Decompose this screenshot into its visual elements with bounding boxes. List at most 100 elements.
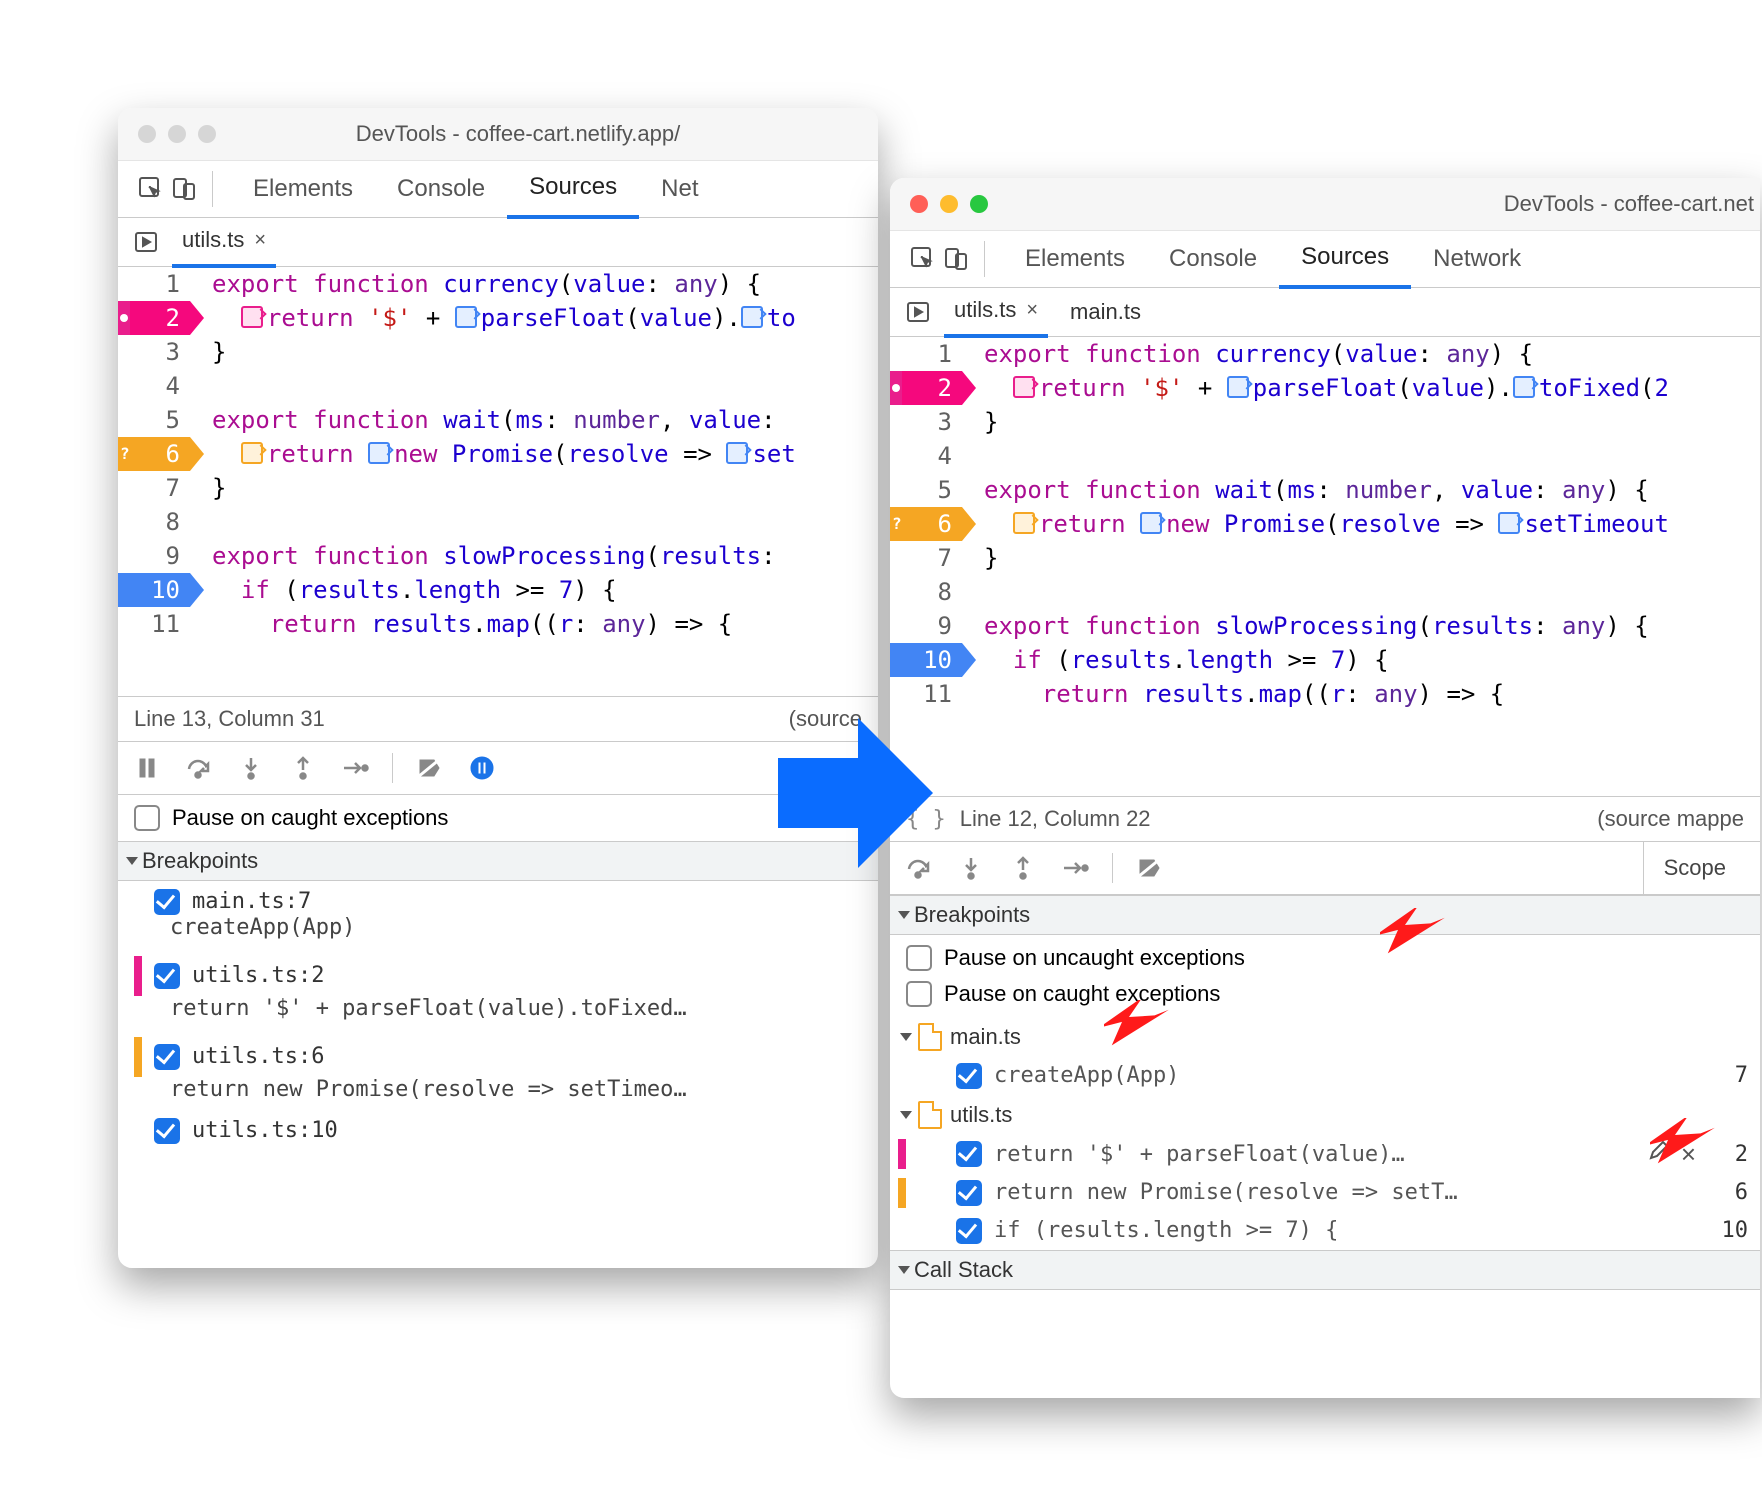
breakpoint-code: return new Promise(resolve => setTimeo… (134, 1077, 862, 1102)
checkbox-icon[interactable] (956, 1141, 982, 1167)
breakpoint-item[interactable]: utils.ts:10 (118, 1110, 878, 1152)
breakpoint-item[interactable]: utils.ts:6return new Promise(resolve => … (118, 1029, 878, 1110)
step-icon[interactable] (1060, 853, 1090, 883)
pause-caught-row[interactable]: Pause on caught exceptions (118, 795, 878, 841)
traffic-lights[interactable] (890, 195, 1008, 213)
annotation-arrow-icon (778, 718, 938, 868)
step-over-icon[interactable] (184, 753, 214, 783)
pause-exceptions-icon[interactable] (467, 753, 497, 783)
tab-network[interactable]: Network (1411, 231, 1543, 287)
section-label: Breakpoints (142, 848, 258, 874)
breakpoint-item[interactable]: return '$' + parseFloat(value)…×2 (890, 1135, 1760, 1174)
file-tab-label: utils.ts (182, 227, 244, 253)
devtools-window-left: DevTools - coffee-cart.netlify.app/ Elem… (118, 108, 878, 1268)
breakpoint-code: return '$' + parseFloat(value).toFixed… (134, 996, 862, 1021)
step-out-icon[interactable] (1008, 853, 1038, 883)
file-icon (918, 1101, 942, 1129)
file-tab-utils[interactable]: utils.ts × (172, 216, 276, 268)
devtools-tabs: Elements Console Sources Net (118, 161, 878, 218)
close-icon[interactable]: × (1026, 299, 1038, 322)
disclosure-icon (898, 1266, 910, 1274)
breakpoint-title: utils.ts:2 (192, 963, 324, 988)
deactivate-bp-icon[interactable] (415, 753, 445, 783)
breakpoint-file-group[interactable]: main.ts (890, 1017, 1760, 1057)
device-icon[interactable] (940, 242, 974, 276)
tab-console[interactable]: Console (1147, 231, 1279, 287)
window-title: DevTools - coffee-cart.net (1008, 191, 1760, 217)
breakpoint-item[interactable]: main.ts:7createApp(App) (118, 881, 878, 948)
traffic-max-icon[interactable] (198, 125, 216, 143)
pause-uncaught-row[interactable]: Pause on uncaught exceptions (890, 935, 1760, 981)
breakpoint-code: return new Promise(resolve => setT… (994, 1180, 1696, 1205)
traffic-lights[interactable] (118, 125, 236, 143)
breakpoints-section[interactable]: Breakpoints (890, 895, 1760, 935)
tab-console[interactable]: Console (375, 161, 507, 217)
file-name: main.ts (950, 1024, 1021, 1050)
navigator-icon[interactable] (132, 228, 160, 256)
inspect-icon[interactable] (906, 242, 940, 276)
checkbox-icon[interactable] (154, 963, 180, 989)
pause-icon[interactable] (132, 753, 162, 783)
tab-elements[interactable]: Elements (231, 161, 375, 217)
cursor-position: Line 13, Column 31 (134, 706, 325, 732)
breakpoint-title: main.ts:7 (192, 889, 311, 914)
pause-caught-label: Pause on caught exceptions (172, 805, 448, 831)
file-tab-label: utils.ts (954, 297, 1016, 323)
annotation-red-arrow-icon (1650, 1118, 1720, 1188)
breakpoint-item[interactable]: return new Promise(resolve => setT…6 (890, 1174, 1760, 1212)
traffic-max-icon[interactable] (970, 195, 988, 213)
breakpoint-item[interactable]: utils.ts:2 return '$' + parseFloat(value)… (118, 948, 878, 1029)
file-tab-utils[interactable]: utils.ts × (944, 286, 1048, 338)
scope-tab[interactable]: Scope (1643, 842, 1746, 894)
code-editor[interactable]: 1export function currency(value: any) {2… (890, 337, 1760, 841)
deactivate-bp-icon[interactable] (1135, 853, 1165, 883)
line-number: 10 (1708, 1218, 1748, 1243)
step-into-icon[interactable] (956, 853, 986, 883)
breakpoint-file-group[interactable]: utils.ts (890, 1095, 1760, 1135)
breakpoint-title: utils.ts:10 (192, 1118, 338, 1143)
checkbox-icon[interactable] (134, 805, 160, 831)
file-tab-label: main.ts (1070, 299, 1141, 325)
line-number: 7 (1708, 1063, 1748, 1088)
file-tab-main[interactable]: main.ts (1060, 288, 1151, 336)
titlebar[interactable]: DevTools - coffee-cart.netlify.app/ (118, 108, 878, 161)
pause-caught-row[interactable]: Pause on caught exceptions (890, 981, 1760, 1017)
traffic-close-icon[interactable] (910, 195, 928, 213)
traffic-min-icon[interactable] (168, 125, 186, 143)
breakpoints-section[interactable]: Breakpoints (118, 841, 878, 881)
step-icon[interactable] (340, 753, 370, 783)
pause-caught-label: Pause on caught exceptions (944, 981, 1220, 1007)
code-editor[interactable]: 1export function currency(value: any) {2… (118, 267, 878, 741)
tab-network[interactable]: Net (639, 161, 720, 217)
debugger-toolbar (118, 741, 878, 795)
step-out-icon[interactable] (288, 753, 318, 783)
tab-sources[interactable]: Sources (1279, 229, 1411, 289)
breakpoint-item[interactable]: createApp(App)7 (890, 1057, 1760, 1095)
checkbox-icon[interactable] (956, 1063, 982, 1089)
file-tabs: utils.ts × main.ts (890, 288, 1760, 337)
checkbox-icon[interactable] (154, 1118, 180, 1144)
device-icon[interactable] (168, 172, 202, 206)
tab-elements[interactable]: Elements (1003, 231, 1147, 287)
section-label: Call Stack (914, 1257, 1013, 1283)
navigator-icon[interactable] (904, 298, 932, 326)
traffic-min-icon[interactable] (940, 195, 958, 213)
devtools-tabs: Elements Console Sources Network (890, 231, 1760, 288)
checkbox-icon[interactable] (154, 1044, 180, 1070)
debugger-panel: Pause on caught exceptions Breakpoints m… (118, 795, 878, 1269)
checkbox-icon[interactable] (154, 889, 180, 915)
checkbox-icon[interactable] (956, 1180, 982, 1206)
tab-sources[interactable]: Sources (507, 159, 639, 219)
checkbox-icon[interactable] (906, 945, 932, 971)
checkbox-icon[interactable] (956, 1218, 982, 1244)
inspect-icon[interactable] (134, 172, 168, 206)
editor-status: { }Line 12, Column 22 (source mappe (890, 796, 1760, 841)
callstack-section[interactable]: Call Stack (890, 1250, 1760, 1290)
traffic-close-icon[interactable] (138, 125, 156, 143)
breakpoint-item[interactable]: if (results.length >= 7) {10 (890, 1212, 1760, 1250)
checkbox-icon[interactable] (906, 981, 932, 1007)
editor-status: Line 13, Column 31 (source (118, 696, 878, 741)
close-icon[interactable]: × (254, 229, 266, 252)
step-into-icon[interactable] (236, 753, 266, 783)
titlebar[interactable]: DevTools - coffee-cart.net (890, 178, 1760, 231)
